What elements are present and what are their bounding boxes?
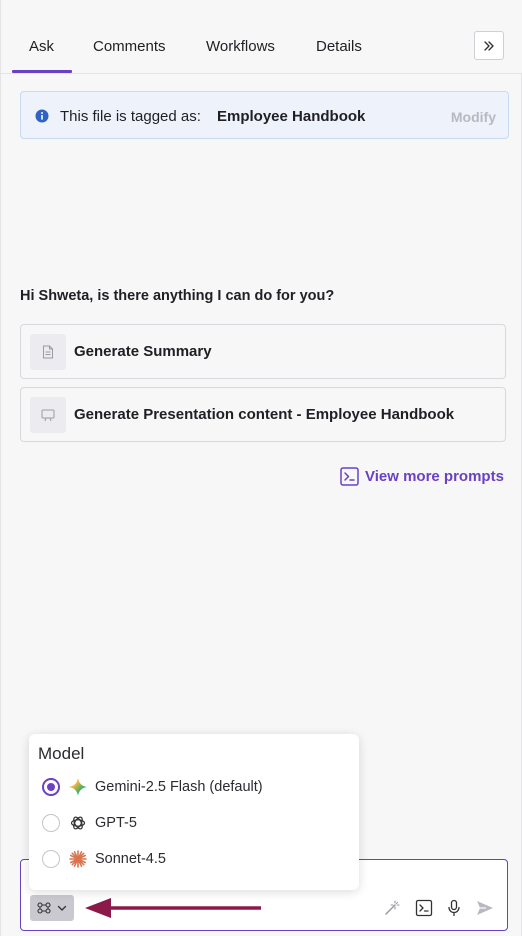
double-chevron-right-icon	[484, 40, 494, 51]
tag-banner-value: Employee Handbook	[217, 108, 366, 125]
prompt-label: Generate Presentation content - Employee…	[74, 406, 455, 423]
prompt-card-generate-presentation[interactable]: Generate Presentation content - Employee…	[20, 387, 506, 442]
model-option-label: Sonnet-4.5	[95, 851, 166, 867]
annotation-arrow-icon	[85, 898, 261, 918]
document-icon	[30, 334, 66, 370]
chat-panel: Ask Comments Workflows Details This file…	[0, 0, 522, 936]
tab-comments[interactable]: Comments	[93, 38, 166, 55]
model-option-label: Gemini-2.5 Flash (default)	[95, 779, 263, 795]
chevron-down-icon	[57, 905, 67, 911]
presentation-icon	[30, 397, 66, 433]
modify-tag-button[interactable]: Modify	[451, 109, 496, 125]
openai-icon	[70, 816, 86, 830]
anthropic-icon	[69, 850, 87, 868]
greeting-message: Hi Shweta, is there anything I can do fo…	[20, 288, 335, 304]
send-icon[interactable]	[475, 898, 495, 918]
model-icon	[37, 902, 51, 914]
model-menu-title: Model	[38, 744, 85, 763]
model-option-sonnet[interactable]: Sonnet-4.5	[29, 843, 359, 873]
file-tag-banner: This file is tagged as: Employee Handboo…	[20, 91, 509, 139]
radio-unselected[interactable]	[42, 814, 60, 832]
tab-ask[interactable]: Ask	[29, 38, 54, 55]
tab-bar: Ask Comments Workflows Details	[1, 0, 522, 74]
view-more-prompts-label: View more prompts	[365, 468, 504, 485]
gemini-icon	[69, 778, 87, 796]
collapse-panel-button[interactable]	[474, 31, 504, 60]
model-option-label: GPT-5	[95, 815, 137, 831]
magic-wand-icon[interactable]	[383, 899, 401, 917]
microphone-icon[interactable]	[445, 899, 463, 917]
terminal-prompt-icon	[340, 467, 359, 486]
model-dropdown-menu: Model Gemini-2.5 Flash (default) GPT-5 S…	[29, 734, 359, 890]
active-tab-indicator	[12, 70, 72, 73]
view-more-prompts-link[interactable]: View more prompts	[340, 467, 504, 486]
prompt-label: Generate Summary	[74, 343, 212, 360]
tab-workflows[interactable]: Workflows	[206, 38, 275, 55]
model-picker-button[interactable]	[30, 895, 74, 921]
radio-unselected[interactable]	[42, 850, 60, 868]
radio-selected[interactable]	[42, 778, 60, 796]
terminal-prompt-icon[interactable]	[415, 899, 433, 917]
model-option-gemini[interactable]: Gemini-2.5 Flash (default)	[29, 771, 359, 801]
info-icon	[35, 109, 49, 123]
model-option-gpt5[interactable]: GPT-5	[29, 807, 359, 837]
tag-banner-text: This file is tagged as:	[60, 108, 201, 125]
prompt-card-generate-summary[interactable]: Generate Summary	[20, 324, 506, 379]
tab-details[interactable]: Details	[316, 38, 362, 55]
